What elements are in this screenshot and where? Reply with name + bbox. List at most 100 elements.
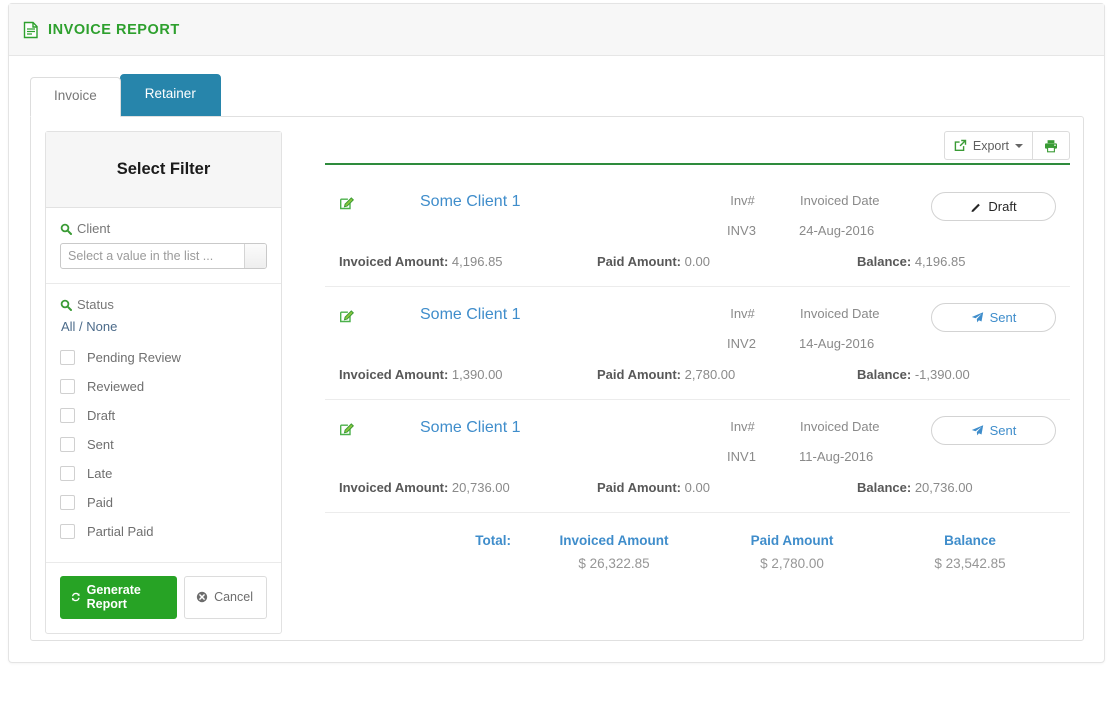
totals-paid-amount-header: Paid Amount bbox=[750, 533, 834, 548]
invoiced-amount-value: 4,196.85 bbox=[451, 254, 503, 269]
filter-panel-header: Select Filter bbox=[46, 132, 281, 208]
status-all-none-link[interactable]: All / None bbox=[61, 319, 267, 334]
inv-no-value: INV2 bbox=[727, 336, 756, 351]
balance-value: 20,736.00 bbox=[914, 480, 973, 495]
checkbox[interactable] bbox=[60, 408, 75, 423]
totals-balance-header: Balance bbox=[944, 533, 996, 548]
invoiced-amount-value: 1,390.00 bbox=[451, 367, 503, 382]
page-card: INVOICE REPORT Invoice Retainer Select F… bbox=[8, 3, 1105, 663]
filter-actions: Generate Report Cancel bbox=[46, 563, 281, 633]
status-badge-label: Sent bbox=[989, 423, 1017, 438]
tab-retainer[interactable]: Retainer bbox=[119, 74, 221, 116]
invoiced-amount-label: Invoiced Amount: bbox=[339, 254, 449, 269]
status-badge[interactable]: Draft bbox=[931, 192, 1056, 221]
inv-no-label: Inv# bbox=[730, 306, 755, 321]
cancel-circle-icon bbox=[196, 591, 208, 603]
status-option-label: Partial Paid bbox=[87, 524, 154, 539]
totals-paid-amount: Paid Amount $ 2,780.00 bbox=[703, 533, 881, 571]
status-badge[interactable]: Sent bbox=[931, 416, 1056, 445]
edit-icon[interactable] bbox=[339, 195, 355, 210]
checkbox[interactable] bbox=[60, 495, 75, 510]
row-top-values: . INV1 11-Aug-2016 bbox=[325, 449, 1070, 471]
filter-title: Select Filter bbox=[116, 160, 211, 178]
row-amounts: Invoiced Amount: 4,196.85 Paid Amount: 0… bbox=[325, 254, 1070, 269]
cancel-button[interactable]: Cancel bbox=[184, 576, 267, 619]
external-link-icon bbox=[954, 139, 967, 151]
table-row: Some Client 1 Inv# Invoiced Date . INV2 bbox=[325, 287, 1070, 400]
status-option-sent[interactable]: Sent bbox=[60, 430, 267, 459]
paid-amount-label: Paid Amount: bbox=[597, 254, 682, 269]
client-select-button[interactable] bbox=[244, 244, 266, 268]
page-title: INVOICE REPORT bbox=[48, 21, 180, 38]
status-option-late[interactable]: Late bbox=[60, 459, 267, 488]
status-option-draft[interactable]: Draft bbox=[60, 401, 267, 430]
totals-label: Total: bbox=[475, 533, 511, 548]
chevron-down-icon bbox=[1015, 143, 1023, 148]
date-value: 14-Aug-2016 bbox=[799, 336, 875, 351]
print-button[interactable] bbox=[1033, 131, 1070, 160]
balance-label: Balance: bbox=[857, 367, 912, 382]
paid-amount-cell: Paid Amount: 2,780.00 bbox=[597, 367, 857, 382]
tab-invoice[interactable]: Invoice bbox=[30, 77, 121, 117]
checkbox[interactable] bbox=[60, 379, 75, 394]
client-select-value[interactable]: Select a value in the list ... bbox=[61, 244, 244, 268]
totals-invoiced-amount: Invoiced Amount $ 26,322.85 bbox=[525, 533, 703, 571]
checkbox[interactable] bbox=[60, 466, 75, 481]
page-header: INVOICE REPORT bbox=[9, 4, 1104, 56]
row-top-values: . INV3 24-Aug-2016 bbox=[325, 223, 1070, 245]
status-option-label: Reviewed bbox=[87, 379, 145, 394]
row-amounts: Invoiced Amount: 20,736.00 Paid Amount: … bbox=[325, 480, 1070, 495]
status-badge-label: Draft bbox=[988, 199, 1017, 214]
status-filter-section: Status All / None Pending Review Reviewe… bbox=[46, 284, 281, 563]
status-option-paid[interactable]: Paid bbox=[60, 488, 267, 517]
inv-no-column: Inv# bbox=[685, 193, 800, 208]
date-column: Invoiced Date bbox=[800, 419, 920, 434]
export-button[interactable]: Export bbox=[943, 131, 1033, 160]
status-option-reviewed[interactable]: Reviewed bbox=[60, 372, 267, 401]
report-content: Export Some Client 1 Inv# Invoiced Date … bbox=[325, 131, 1070, 571]
status-filter-label-row: Status bbox=[60, 297, 267, 312]
tab-bar: Invoice Retainer bbox=[30, 74, 221, 117]
edit-icon[interactable] bbox=[339, 421, 355, 436]
status-option-label: Paid bbox=[87, 495, 114, 510]
invoiced-amount-label: Invoiced Amount: bbox=[339, 480, 449, 495]
balance-cell: Balance: 20,736.00 bbox=[857, 480, 973, 495]
report-toolbar: Export bbox=[325, 131, 1070, 160]
table-row: Some Client 1 Inv# Invoiced Date . INV1 bbox=[325, 400, 1070, 513]
generate-report-button[interactable]: Generate Report bbox=[60, 576, 178, 619]
date-label: Invoiced Date bbox=[800, 419, 880, 434]
balance-label: Balance: bbox=[857, 480, 912, 495]
totals-row: Total: Invoiced Amount $ 26,322.85 Paid … bbox=[325, 513, 1070, 571]
checkbox[interactable] bbox=[60, 437, 75, 452]
invoiced-amount-label: Invoiced Amount: bbox=[339, 367, 449, 382]
client-name-link[interactable]: Some Client 1 bbox=[420, 306, 685, 324]
status-option-label: Late bbox=[87, 466, 113, 481]
totals-paid-amount-value: $ 2,780.00 bbox=[760, 556, 824, 571]
totals-invoiced-amount-header: Invoiced Amount bbox=[559, 533, 669, 548]
generate-report-label: Generate Report bbox=[86, 583, 141, 611]
date-value: 11-Aug-2016 bbox=[799, 449, 874, 464]
checkbox[interactable] bbox=[60, 350, 75, 365]
client-filter-label: Client bbox=[77, 221, 111, 236]
client-select[interactable]: Select a value in the list ... bbox=[60, 243, 267, 269]
edit-icon[interactable] bbox=[339, 308, 355, 323]
status-badge[interactable]: Sent bbox=[931, 303, 1056, 332]
inv-no-label: Inv# bbox=[730, 193, 755, 208]
status-option-label: Sent bbox=[87, 437, 114, 452]
balance-cell: Balance: 4,196.85 bbox=[857, 254, 965, 269]
checkbox[interactable] bbox=[60, 524, 75, 539]
status-filter-label: Status bbox=[77, 297, 114, 312]
inv-no-value-cell: INV1 bbox=[684, 449, 799, 464]
client-filter-section: Client Select a value in the list ... bbox=[46, 208, 281, 284]
date-label: Invoiced Date bbox=[800, 193, 880, 208]
paid-amount-value: 2,780.00 bbox=[684, 367, 736, 382]
client-name-link[interactable]: Some Client 1 bbox=[420, 193, 685, 211]
client-name-link[interactable]: Some Client 1 bbox=[420, 419, 685, 437]
status-option-partial-paid[interactable]: Partial Paid bbox=[60, 517, 267, 546]
invoiced-amount-cell: Invoiced Amount: 1,390.00 bbox=[339, 367, 597, 382]
export-label: Export bbox=[972, 138, 1009, 153]
totals-balance: Balance $ 23,542.85 bbox=[881, 533, 1059, 571]
inv-no-value-cell: INV3 bbox=[684, 223, 799, 238]
status-option-pending-review[interactable]: Pending Review bbox=[60, 343, 267, 372]
inv-no-value: INV1 bbox=[727, 449, 756, 464]
